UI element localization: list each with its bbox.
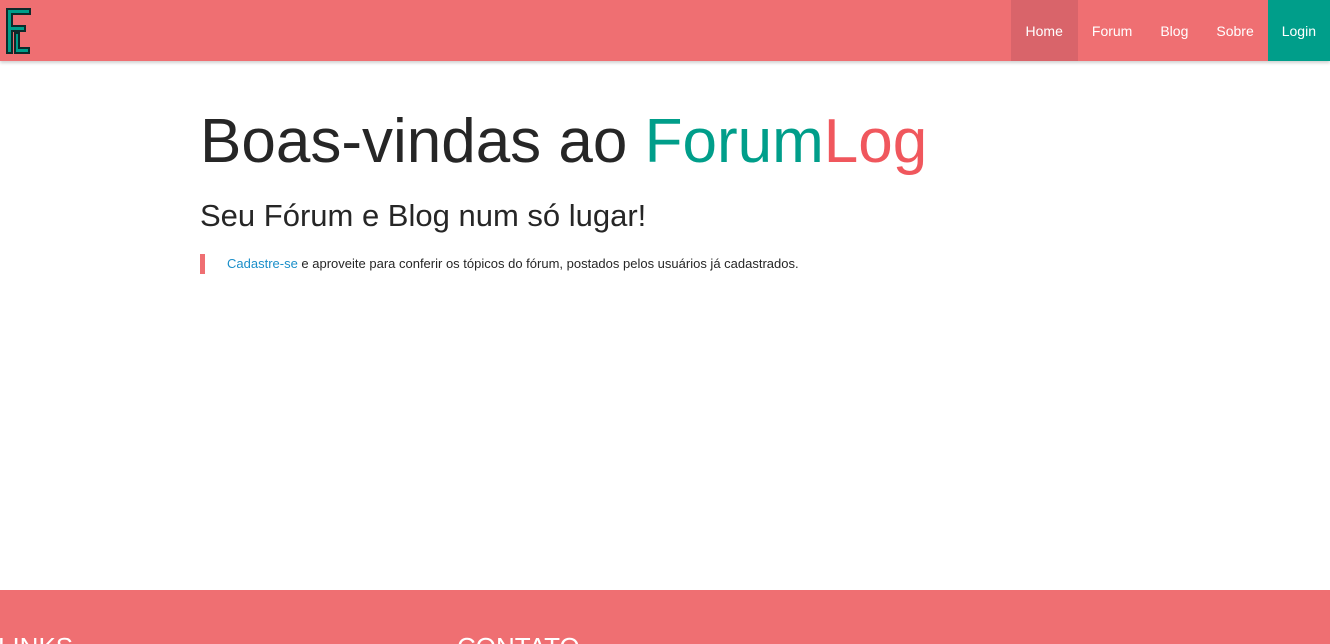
signup-link[interactable]: Cadastre-se bbox=[227, 256, 298, 271]
footer-links-heading: LINKS bbox=[0, 632, 73, 644]
footer: LINKS CONTATO bbox=[0, 590, 1330, 644]
footer-contact-heading: CONTATO bbox=[457, 632, 580, 644]
signup-blockquote: Cadastre-se e aproveite para conferir os… bbox=[200, 254, 1100, 274]
nav-sobre[interactable]: Sobre bbox=[1202, 0, 1267, 61]
forumlog-logo-icon[interactable] bbox=[4, 6, 32, 56]
top-navbar: Home Forum Blog Sobre Login bbox=[0, 0, 1330, 61]
title-prefix: Boas-vindas ao bbox=[200, 107, 645, 176]
nav-home[interactable]: Home bbox=[1010, 0, 1078, 61]
brand-log-text: Log bbox=[823, 107, 928, 176]
brand-forum-text: Forum bbox=[644, 107, 824, 176]
nav-blog[interactable]: Blog bbox=[1146, 0, 1202, 61]
login-button[interactable]: Login bbox=[1267, 0, 1330, 61]
page-subtitle: Seu Fórum e Blog num só lugar! bbox=[200, 198, 647, 233]
hero-section: Boas-vindas ao ForumLog Seu Fórum e Blog… bbox=[200, 104, 1100, 274]
nav-menu: Home Forum Blog Sobre Login bbox=[1010, 0, 1330, 61]
nav-forum[interactable]: Forum bbox=[1078, 0, 1146, 61]
page-title: Boas-vindas ao ForumLog bbox=[200, 104, 1100, 180]
signup-description: e aproveite para conferir os tópicos do … bbox=[297, 256, 799, 271]
